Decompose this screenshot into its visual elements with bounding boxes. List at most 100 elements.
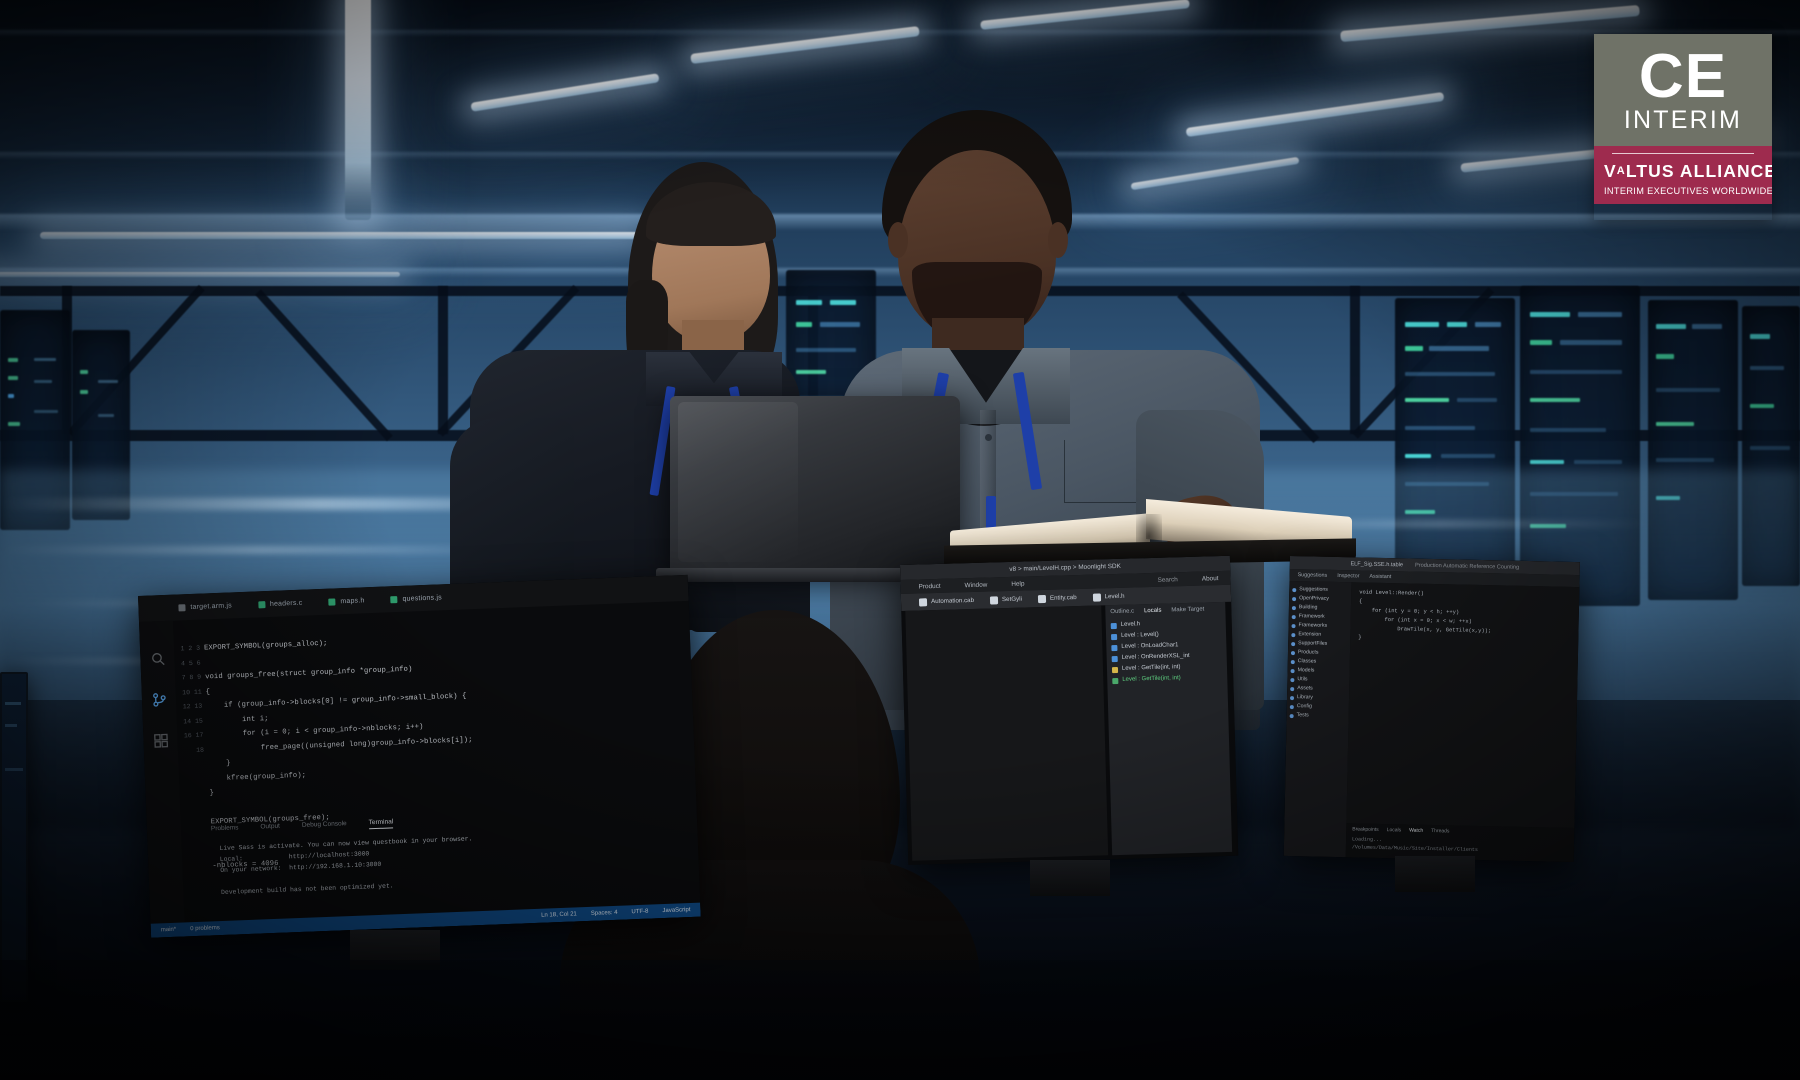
center-monitor-screen[interactable]: v8 > main/LevelH.cpp > Moonlight SDK Pro…: [900, 555, 1239, 865]
search-icon[interactable]: [150, 651, 166, 667]
folder-icon: [1289, 713, 1294, 718]
menu-item-help[interactable]: Help: [1011, 580, 1024, 587]
status-problems[interactable]: 0 problems: [190, 925, 220, 932]
ceiling-light-tube: [0, 272, 400, 277]
h-file-icon: [328, 597, 336, 606]
file-icon: [918, 597, 928, 606]
folder-icon: [1291, 641, 1296, 646]
logo-valtus-v: V: [1604, 161, 1617, 182]
menu-item-product[interactable]: Product: [919, 582, 941, 590]
tree-item-label: Products: [1297, 649, 1319, 656]
inspector-panel[interactable]: Outline.c Locals Make Target Level.h Lev…: [1105, 601, 1233, 856]
laptop: [656, 396, 974, 586]
tree-item-label: Library: [1296, 694, 1313, 701]
debug-tab-locals[interactable]: Locals: [1387, 827, 1402, 833]
desk-surface: [0, 960, 1800, 1080]
tab-inspector[interactable]: Inspector: [1337, 573, 1359, 579]
monitor-center-stand: [1030, 860, 1110, 896]
toolbar-chip-entity[interactable]: Entity.cab: [1037, 594, 1077, 603]
editor-canvas[interactable]: [905, 605, 1109, 861]
about-link[interactable]: About: [1202, 575, 1219, 582]
panel-tab-output[interactable]: Output: [260, 823, 280, 834]
inspector-tab-outline[interactable]: Outline.c: [1110, 608, 1134, 615]
editor-tab-label: questions.js: [402, 593, 442, 603]
logo-valtus-alliance: VALTUS ALLIANCE: [1604, 161, 1772, 182]
editor-tab[interactable]: target.arm.js: [178, 602, 232, 611]
shirt-button: [985, 434, 992, 441]
window-title: ELF_Sig.SSE.h.table: [1350, 560, 1404, 568]
folder-icon: [1291, 605, 1296, 610]
editor-tab[interactable]: maps.h: [328, 597, 365, 606]
ear: [1048, 222, 1068, 258]
folder-icon: [1289, 695, 1295, 700]
screenshot-root: target.arm.js headers.c maps.h questions…: [0, 0, 1800, 1080]
inspector-tabbar[interactable]: Outline.c Locals Make Target: [1110, 606, 1220, 616]
locals-row[interactable]: Level : GetTile(int, int): [1112, 672, 1222, 686]
folder-icon: [1291, 632, 1296, 637]
toolbar-chip-setgyli[interactable]: SetGyli: [989, 595, 1023, 604]
debug-tab-threads[interactable]: Threads: [1431, 828, 1449, 834]
tree-item-label: Config: [1296, 703, 1312, 710]
truss-column: [1350, 286, 1360, 434]
symbol-icon: [1111, 666, 1119, 673]
monitor-left[interactable]: target.arm.js headers.c maps.h questions…: [138, 574, 701, 938]
file-icon: [1092, 592, 1101, 602]
symbol-icon: [1110, 622, 1117, 629]
editor-tab[interactable]: questions.js: [390, 594, 442, 603]
locals-row-label: Level : GetTile(int, int): [1122, 675, 1181, 683]
tab-assistant[interactable]: Assistant: [1369, 574, 1391, 580]
file-icon: [1037, 594, 1047, 603]
toolbar-chip-label: SetGyli: [1001, 595, 1023, 604]
logo-brand-ce: CE: [1638, 42, 1728, 111]
folder-icon: [1290, 650, 1296, 655]
code-editor[interactable]: void Level::Render() { for (int y = 0; y…: [1346, 582, 1580, 829]
debug-tab-breakpoints[interactable]: Breakpoints: [1352, 826, 1379, 833]
js-file-icon: [390, 595, 398, 603]
status-language-mode[interactable]: JavaScript: [662, 907, 690, 914]
menu-item-window[interactable]: Window: [965, 581, 988, 589]
status-encoding[interactable]: UTF-8: [631, 909, 648, 916]
light-streak: [0, 546, 520, 554]
status-indentation[interactable]: Spaces: 4: [591, 910, 618, 917]
folder-icon: [1290, 668, 1295, 673]
truss-column: [438, 286, 448, 434]
toolbar-chip-label: Level.h: [1104, 592, 1125, 601]
monitor-far-left: [0, 672, 28, 1002]
folder-icon: [1289, 704, 1294, 709]
inspector-tab-make-target[interactable]: Make Target: [1171, 607, 1204, 614]
symbol-icon: [1111, 655, 1118, 662]
ce-interim-logo: CE INTERIM VALTUS ALLIANCE INTERIM EXECU…: [1594, 34, 1772, 220]
right-monitor-screen[interactable]: ELF_Sig.SSE.h.table Production Automatic…: [1283, 556, 1580, 863]
status-cursor-position[interactable]: Ln 18, Col 21: [541, 911, 577, 918]
search-input[interactable]: Search: [1157, 576, 1177, 584]
project-navigator[interactable]: Suggestions OpenPrivacy Building Framewo…: [1283, 580, 1352, 858]
console-output[interactable]: Loading... /Volumes/Data/Music/Site/Inst…: [1352, 835, 1568, 856]
source-control-icon[interactable]: [151, 692, 167, 708]
editor-tab[interactable]: headers.c: [257, 599, 303, 608]
inspector-tab-locals[interactable]: Locals: [1144, 608, 1162, 614]
logo-valtus-a-superscript: A: [1616, 165, 1626, 178]
logo-valtus-rest: LTUS ALLIANCE: [1625, 161, 1772, 182]
folder-icon: [1291, 623, 1296, 628]
left-monitor-screen[interactable]: target.arm.js headers.c maps.h questions…: [138, 574, 701, 938]
tab-suggestions[interactable]: Suggestions: [1298, 572, 1328, 579]
toolbar-chip-label: Entity.cab: [1049, 594, 1077, 602]
panel-tab-problems[interactable]: Problems: [211, 824, 239, 835]
logo-tagline: INTERIM EXECUTIVES WORLDWIDE: [1604, 186, 1772, 197]
toolbar-chip-level[interactable]: Level.h: [1092, 592, 1125, 602]
panel-tab-terminal[interactable]: Terminal: [368, 818, 394, 830]
monitor-center[interactable]: v8 > main/LevelH.cpp > Moonlight SDK Pro…: [900, 555, 1239, 865]
breadcrumb[interactable]: v8 > main/LevelH.cpp > Moonlight SDK: [1009, 563, 1121, 573]
folder-icon: [1292, 587, 1297, 592]
debug-tab-watch[interactable]: Watch: [1409, 828, 1423, 834]
monitor-right[interactable]: ELF_Sig.SSE.h.table Production Automatic…: [1283, 556, 1580, 863]
toolbar-chip-automation[interactable]: Automation.cab: [918, 596, 974, 606]
tree-item[interactable]: Tests: [1289, 711, 1346, 721]
file-icon: [989, 595, 999, 604]
panel-tab-debug-console[interactable]: Debug Console: [302, 820, 347, 832]
extensions-icon[interactable]: [153, 733, 169, 749]
symbol-icon: [1112, 677, 1119, 684]
tree-item-label: Extension: [1298, 631, 1322, 638]
c-file-icon: [257, 600, 266, 608]
status-branch[interactable]: main*: [161, 927, 177, 934]
